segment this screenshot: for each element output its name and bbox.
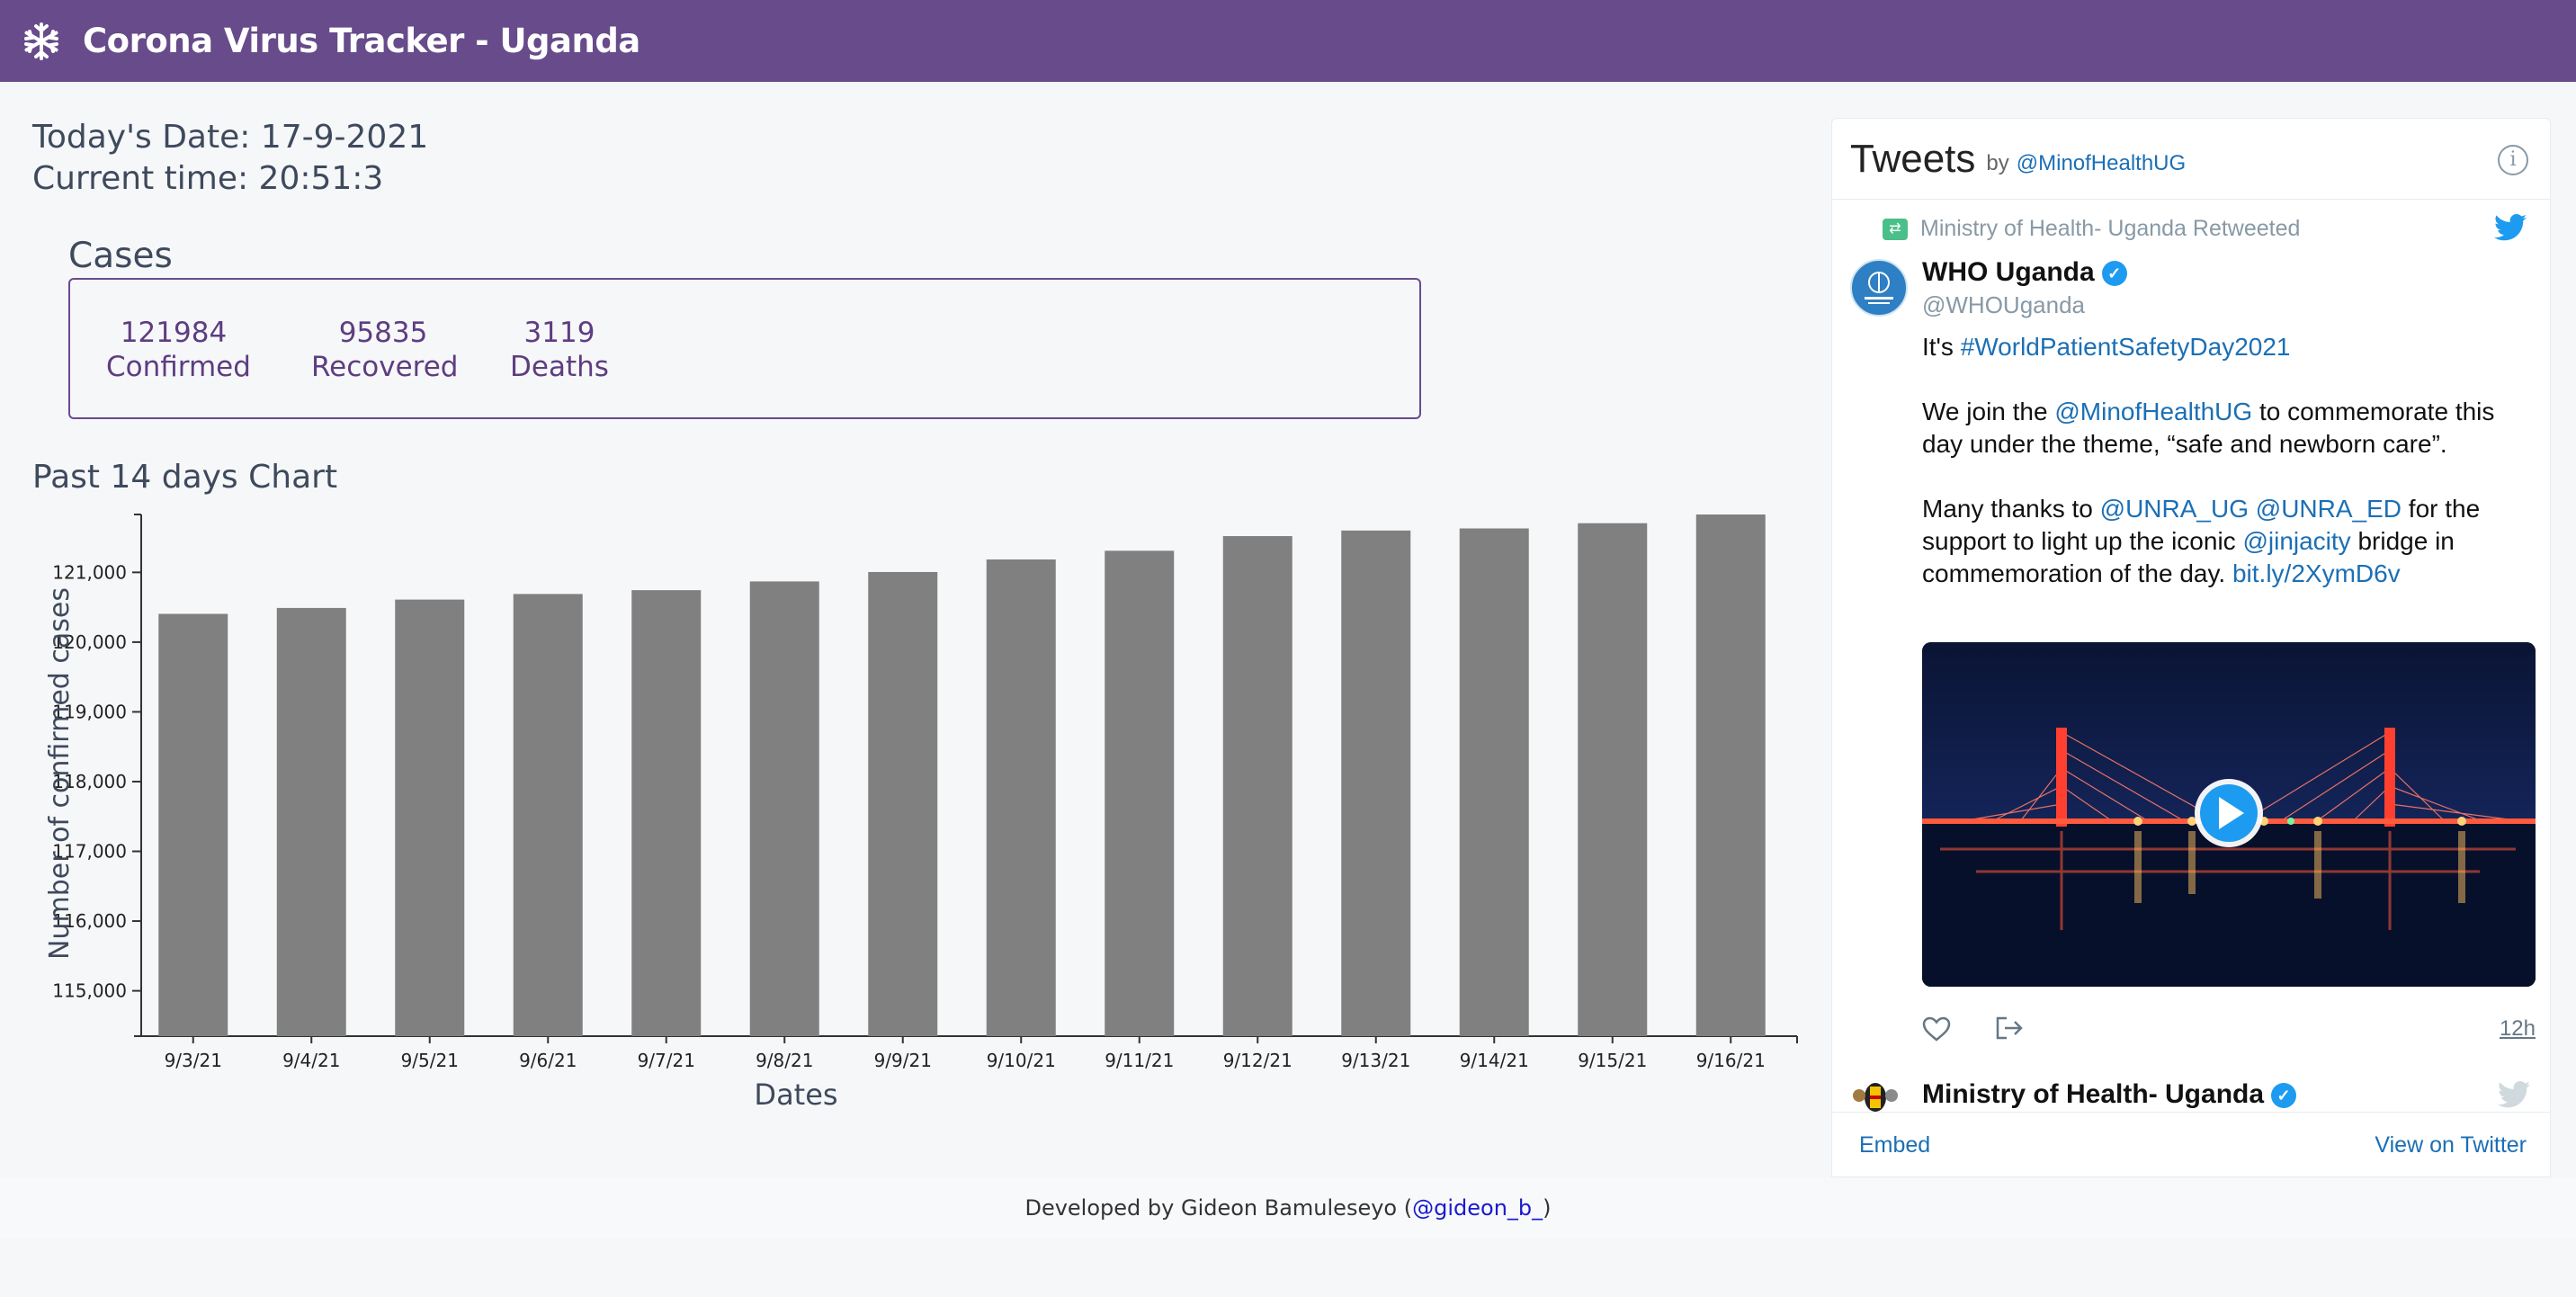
tweet-timestamp[interactable]: 12h bbox=[2500, 1016, 2536, 1042]
x-tick-label: 9/6/21 bbox=[519, 1050, 577, 1071]
author-avatar[interactable] bbox=[1850, 259, 1908, 317]
author-name[interactable]: WHO Uganda ✓ bbox=[1922, 257, 2127, 288]
x-tick-label: 9/13/21 bbox=[1341, 1050, 1410, 1071]
x-tick-label: 9/10/21 bbox=[987, 1050, 1056, 1071]
tweet-text-line: We join the @MinofHealthUG to commemorat… bbox=[1922, 398, 2495, 425]
bar-9-14-21[interactable] bbox=[1459, 528, 1529, 1036]
timeline-footer: Embed View on Twitter bbox=[1832, 1112, 2550, 1176]
next-author-text[interactable]: Ministry of Health- Uganda bbox=[1922, 1079, 2264, 1109]
bar-9-13-21[interactable] bbox=[1341, 530, 1411, 1036]
x-tick-label: 9/12/21 bbox=[1223, 1050, 1292, 1071]
twitter-bird-icon[interactable] bbox=[2494, 214, 2527, 241]
bar-9-16-21[interactable] bbox=[1695, 514, 1766, 1036]
confirmed-stat: 121984 Confirmed bbox=[106, 316, 251, 384]
retweet-indicator: ⇄ Ministry of Health- Uganda Retweeted bbox=[1883, 216, 2300, 242]
tweet-video[interactable] bbox=[1922, 642, 2536, 987]
share-icon[interactable] bbox=[1994, 1015, 2025, 1042]
bar-9-6-21[interactable] bbox=[513, 594, 583, 1036]
next-tweet-header: Ministry of Health- Uganda ✓ bbox=[1850, 1079, 2550, 1115]
navbar: Corona Virus Tracker - Uganda bbox=[0, 0, 2576, 82]
timeline-title: Tweets bbox=[1850, 136, 1976, 181]
recovered-stat: 95835 Recovered bbox=[311, 316, 459, 384]
recovered-label: Recovered bbox=[311, 351, 459, 383]
recovered-value: 95835 bbox=[338, 317, 428, 349]
x-tick-label: 9/8/21 bbox=[756, 1050, 813, 1071]
confirmed-value: 121984 bbox=[120, 317, 228, 349]
author-handle[interactable]: @WHOUganda bbox=[1922, 291, 2085, 319]
y-axis-title: Number of confirmed cases bbox=[44, 587, 76, 960]
tweet-link[interactable]: @jinjacity bbox=[2242, 527, 2350, 555]
x-tick-label: 9/5/21 bbox=[401, 1050, 459, 1071]
tweet-text-line bbox=[1922, 461, 2534, 493]
todays-date: Today's Date: 17-9-2021 bbox=[32, 119, 429, 156]
author-twitter-link[interactable]: @gideon_b_ bbox=[1412, 1195, 1543, 1221]
tweet-link[interactable]: #WorldPatientSafetyDay2021 bbox=[1961, 333, 2291, 361]
verified-icon: ✓ bbox=[2101, 261, 2127, 287]
tweet-text-line: commemoration of the day. bit.ly/2XymD6v bbox=[1922, 559, 2401, 587]
footer: Developed by Gideon Bamuleseyo (@gideon_… bbox=[0, 1178, 2576, 1238]
bar-9-9-21[interactable] bbox=[868, 571, 938, 1036]
tweet-text: It's #WorldPatientSafetyDay2021 We join t… bbox=[1922, 331, 2534, 590]
y-tick-label: 121,000 bbox=[52, 561, 127, 583]
y-tick-label: 115,000 bbox=[52, 980, 127, 1002]
bar-9-11-21[interactable] bbox=[1105, 550, 1175, 1036]
tweet-actions: 12h bbox=[1922, 1009, 2536, 1045]
bar-9-12-21[interactable] bbox=[1222, 536, 1292, 1036]
x-tick-label: 9/4/21 bbox=[282, 1050, 340, 1071]
timeline-header: Tweets by @MinofHealthUG i bbox=[1832, 119, 2550, 200]
bar-9-3-21[interactable] bbox=[158, 613, 228, 1036]
tweet-text-line: day under the theme, “safe and newborn c… bbox=[1922, 430, 2447, 458]
bar-9-7-21[interactable] bbox=[631, 590, 702, 1036]
bar-9-8-21[interactable] bbox=[749, 581, 819, 1036]
tweet-link[interactable]: bit.ly/2XymD6v bbox=[2232, 559, 2401, 587]
tweet-text-line: Many thanks to @UNRA_UG @UNRA_ED for the bbox=[1922, 495, 2481, 523]
like-heart-icon[interactable] bbox=[1922, 1016, 1951, 1042]
next-author-name[interactable]: Ministry of Health- Uganda ✓ bbox=[1922, 1079, 2297, 1110]
bridge-night-image bbox=[1922, 642, 2536, 987]
footer-close: ) bbox=[1543, 1195, 1552, 1221]
current-time: Current time: 20:51:3 bbox=[32, 160, 384, 197]
twitter-timeline: Tweets by @MinofHealthUG i ⇄ Ministry of… bbox=[1831, 118, 2551, 1177]
cases-title: Cases bbox=[68, 236, 173, 276]
x-tick-label: 9/16/21 bbox=[1696, 1050, 1766, 1071]
x-tick-label: 9/7/21 bbox=[638, 1050, 695, 1071]
verified-icon-2: ✓ bbox=[2271, 1083, 2297, 1109]
x-tick-label: 9/11/21 bbox=[1105, 1050, 1174, 1071]
x-axis-title: Dates bbox=[754, 1078, 837, 1112]
bar-9-5-21[interactable] bbox=[395, 599, 465, 1036]
confirmed-cases-chart: 115,000116,000117,000118,000119,000120,0… bbox=[44, 514, 1798, 1112]
x-tick-label: 9/15/21 bbox=[1578, 1050, 1647, 1071]
footer-text: Developed by Gideon Bamuleseyo ( bbox=[1024, 1195, 1413, 1221]
timeline-by: by bbox=[1986, 150, 2009, 175]
bar-9-4-21[interactable] bbox=[276, 607, 346, 1036]
date-time-panel: Today's Date: 17-9-2021 Current time: 20… bbox=[32, 117, 428, 200]
twitter-bird-icon-2[interactable] bbox=[2498, 1081, 2530, 1108]
tweet-link[interactable]: @UNRA_ED bbox=[2256, 495, 2402, 523]
x-tick-label: 9/14/21 bbox=[1460, 1050, 1529, 1071]
deaths-label: Deaths bbox=[510, 351, 609, 383]
cases-panel: 121984 Confirmed 95835 Recovered 3119 De… bbox=[68, 278, 1421, 419]
deaths-value: 3119 bbox=[523, 317, 595, 349]
embed-link[interactable]: Embed bbox=[1859, 1132, 1930, 1158]
bar-9-10-21[interactable] bbox=[986, 559, 1056, 1036]
tweet-link[interactable]: @MinofHealthUG bbox=[2054, 398, 2252, 425]
timeline-handle-link[interactable]: @MinofHealthUG bbox=[2017, 151, 2186, 176]
bar-9-15-21[interactable] bbox=[1578, 523, 1648, 1036]
tweet-text-line: support to light up the iconic @jinjacit… bbox=[1922, 527, 2455, 555]
info-icon[interactable]: i bbox=[2498, 145, 2528, 175]
app-title[interactable]: Corona Virus Tracker - Uganda bbox=[83, 22, 640, 60]
snowflake-icon[interactable] bbox=[20, 20, 63, 63]
confirmed-label: Confirmed bbox=[106, 351, 251, 383]
x-tick-label: 9/3/21 bbox=[165, 1050, 222, 1071]
tweet-link[interactable]: @UNRA_UG bbox=[2100, 495, 2249, 523]
tweet-text-line: It's #WorldPatientSafetyDay2021 bbox=[1922, 333, 2291, 361]
retweet-text[interactable]: Ministry of Health- Uganda Retweeted bbox=[1920, 216, 2300, 242]
view-on-twitter-link[interactable]: View on Twitter bbox=[2375, 1132, 2527, 1158]
retweet-icon: ⇄ bbox=[1883, 218, 1908, 240]
x-tick-label: 9/9/21 bbox=[874, 1050, 932, 1071]
tweet-text-line bbox=[1922, 363, 2534, 396]
author-name-text[interactable]: WHO Uganda bbox=[1922, 257, 2095, 287]
deaths-stat: 3119 Deaths bbox=[505, 316, 613, 384]
